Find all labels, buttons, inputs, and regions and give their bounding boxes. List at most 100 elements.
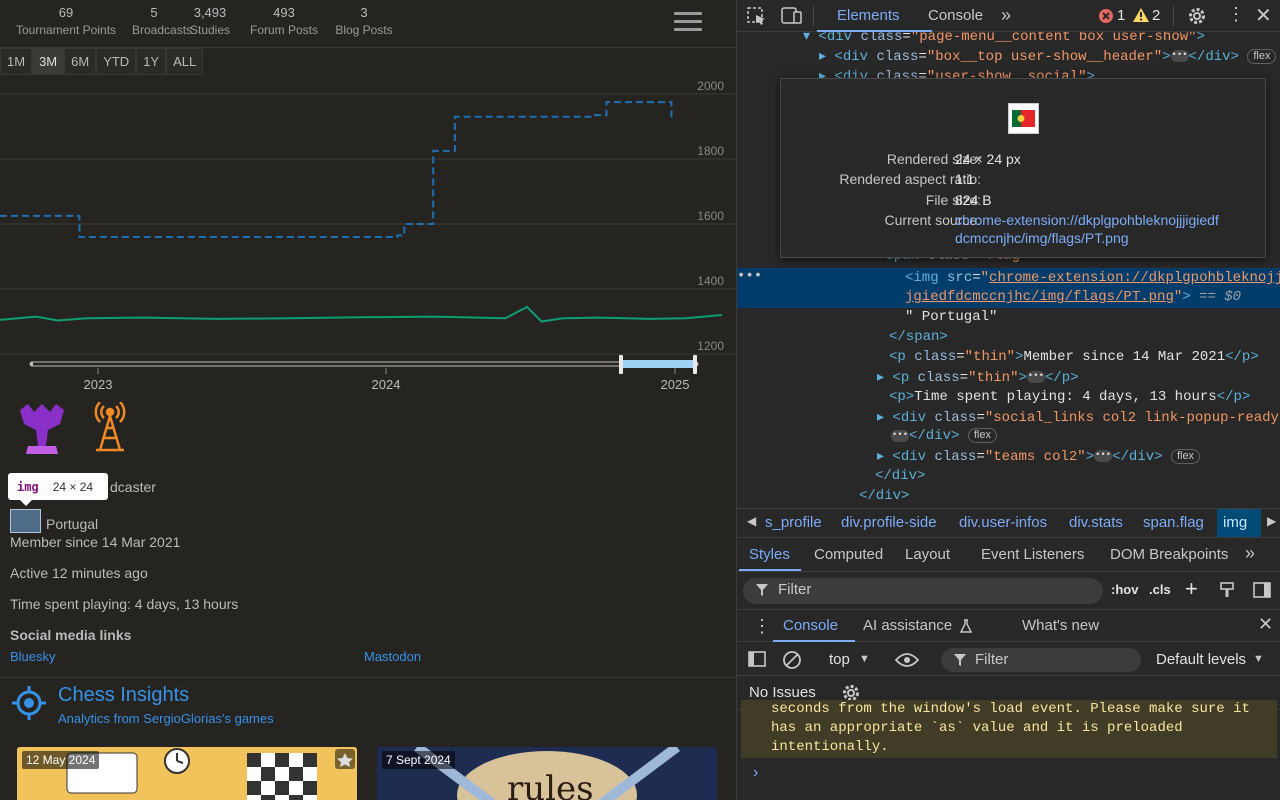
tree-line[interactable]: ▸ <div class="social_links col2 link-pop…	[877, 409, 1280, 426]
insights-subtitle[interactable]: Analytics from SergioGlorias's games	[58, 711, 274, 726]
close-icon[interactable]: ✕	[1255, 3, 1272, 28]
rating-history-chart: 2000 1800 1600 1400 1200 2023 2024 2025	[0, 79, 736, 392]
more-tabs-icon[interactable]: »	[1245, 543, 1255, 564]
tree-line[interactable]: ▸ <p class="thin">•••</p>	[877, 369, 1079, 386]
breadcrumb: ◀ s_profile div.profile-side div.user-in…	[737, 508, 1280, 538]
range-1y-button[interactable]: 1Y	[136, 48, 167, 75]
gear-icon[interactable]	[1187, 6, 1207, 26]
tree-line[interactable]: <img src="chrome-extension://dkplgpohble…	[905, 270, 1280, 286]
current-source-line2[interactable]: dcmccnjhc/img/flags/PT.png	[955, 230, 1129, 246]
range-1m-button[interactable]: 1M	[0, 48, 33, 75]
context-selector[interactable]: top	[829, 651, 850, 668]
tree-line[interactable]: ▾ <div class="page-menu__content box use…	[803, 32, 1205, 45]
cls-toggle[interactable]: .cls	[1149, 582, 1171, 597]
row-menu-icon[interactable]: •••	[737, 268, 762, 284]
drawer-tab-ai-assistance[interactable]: AI assistance	[863, 617, 952, 634]
tree-line[interactable]: jgiedfdcmccnjhc/img/flags/PT.png"> == $0	[905, 289, 1241, 305]
tab-computed[interactable]: Computed	[814, 546, 883, 563]
close-drawer-icon[interactable]: ✕	[1258, 614, 1273, 635]
console-prompt-icon[interactable]: ›	[753, 764, 758, 782]
range-navigator-handle[interactable]	[693, 355, 697, 374]
breadcrumb-item[interactable]: div.user-infos	[959, 514, 1047, 531]
breadcrumb-item-selected[interactable]: img	[1223, 514, 1247, 531]
warning-count[interactable]: 2	[1152, 7, 1160, 24]
img-src-part-1[interactable]: chrome-extension://dkplgpohbleknojjj	[989, 270, 1280, 286]
no-issues-text[interactable]: No Issues	[749, 684, 816, 701]
error-icon	[1099, 9, 1113, 23]
tree-line[interactable]: </span>	[889, 329, 948, 345]
stat-forum-posts[interactable]: 493 Forum Posts	[244, 0, 324, 48]
breadcrumb-scroll-left-icon[interactable]: ◀	[747, 514, 756, 528]
device-toolbar-icon[interactable]	[781, 7, 803, 25]
tree-line[interactable]: " Portugal"	[905, 309, 997, 325]
drawer-tab-whats-new[interactable]: What's new	[1022, 617, 1099, 634]
sidebar-toggle-icon[interactable]	[748, 651, 766, 667]
range-navigator-selection[interactable]	[621, 360, 696, 368]
portugal-flag-icon	[1012, 110, 1035, 127]
tab-layout[interactable]: Layout	[905, 546, 950, 563]
log-levels-selector[interactable]: Default levels	[1156, 651, 1246, 668]
stat-number: 69	[58, 5, 74, 20]
clear-console-icon[interactable]	[782, 650, 802, 670]
hamburger-menu-icon[interactable]	[674, 12, 702, 36]
error-count[interactable]: 1	[1117, 7, 1125, 24]
x-tick-label: 2024	[372, 377, 401, 392]
insights-title[interactable]: Chess Insights	[58, 684, 189, 707]
tab-event-listeners[interactable]: Event Listeners	[981, 546, 1084, 563]
file-size-value: 824 B	[955, 192, 992, 208]
img-src-part-2[interactable]: jgiedfdcmccnjhc/img/flags/PT.png	[905, 289, 1174, 305]
tab-console[interactable]: Console	[928, 7, 983, 24]
tab-dom-breakpoints[interactable]: DOM Breakpoints	[1110, 546, 1228, 563]
stat-tournament-points[interactable]: 69 Tournament Points	[0, 0, 132, 48]
eye-icon[interactable]	[895, 652, 919, 668]
mastodon-link[interactable]: Mastodon	[364, 649, 421, 664]
breadcrumb-scroll-right-icon[interactable]: ▶	[1267, 514, 1276, 528]
range-6m-button[interactable]: 6M	[64, 48, 97, 75]
toggle-sidebar-icon[interactable]	[1253, 582, 1271, 598]
bluesky-link[interactable]: Bluesky	[10, 649, 56, 664]
range-navigator-handle[interactable]	[619, 355, 623, 374]
y-tick-label: 1400	[697, 274, 724, 288]
breadcrumb-item[interactable]: div.profile-side	[841, 514, 937, 531]
console-filter-input[interactable]	[941, 648, 1141, 672]
drawer-tab-console[interactable]: Console	[783, 617, 838, 634]
paint-brush-icon[interactable]	[1219, 582, 1235, 598]
hov-toggle[interactable]: :hov	[1111, 582, 1138, 597]
tree-line[interactable]: •••</div> flex	[891, 428, 997, 444]
tab-styles[interactable]: Styles	[749, 546, 790, 563]
range-3m-button[interactable]: 3M	[32, 48, 65, 75]
inspect-element-icon[interactable]	[747, 7, 767, 25]
breadcrumb-item[interactable]: span.flag	[1143, 514, 1204, 531]
tree-line[interactable]: </div>	[859, 488, 909, 504]
profile-stats: 69 Tournament Points 5 Broadcasts 3,493 Stu…	[0, 0, 404, 48]
stat-blog-posts[interactable]: 3 Blog Posts	[324, 0, 404, 48]
current-source-line1[interactable]: chrome-extension://dkplgpohbleknojjjigie…	[955, 212, 1219, 228]
tree-line[interactable]: </div>	[875, 468, 925, 484]
warning-line: intentionally.	[771, 739, 889, 755]
tab-elements[interactable]: Elements	[837, 7, 900, 24]
tree-line[interactable]: ▸ <div class="box__top user-show__header…	[819, 48, 1277, 65]
divider	[813, 6, 814, 26]
tree-line[interactable]: <p>Time spent playing: 4 days, 13 hours<…	[889, 389, 1250, 405]
tree-line[interactable]: ▸ <div class="teams col2">•••</div> flex	[877, 448, 1201, 465]
breadcrumb-item[interactable]: div.stats	[1069, 514, 1123, 531]
blog-card-2[interactable]: 7 Sept 2024 rules	[377, 747, 717, 800]
console-warning-message: seconds from the window's load event. Pl…	[741, 700, 1277, 758]
last-active: Active 12 minutes ago	[10, 565, 148, 581]
drawer-menu-icon[interactable]: ⋮	[753, 616, 771, 637]
breadcrumb-item[interactable]: s_profile	[765, 514, 822, 531]
range-ytd-button[interactable]: YTD	[96, 48, 137, 75]
aspect-ratio-value: 1∶1	[955, 171, 975, 187]
range-all-button[interactable]: ALL	[166, 48, 204, 75]
tree-line[interactable]: <p class="thin">Member since 14 Mar 2021…	[889, 349, 1259, 365]
kebab-menu-icon[interactable]: ⋮	[1227, 4, 1245, 25]
styles-tabbar: Styles Computed Layout Event Listeners D…	[737, 538, 1280, 572]
blog-card-1[interactable]: 12 May 2024	[17, 747, 357, 800]
stat-broadcasts[interactable]: 5 Broadcasts	[132, 0, 193, 48]
new-style-rule-icon[interactable]: +	[1185, 576, 1198, 602]
stat-studies[interactable]: 3,493 Studies	[176, 0, 244, 48]
flag-preview	[1008, 103, 1039, 134]
profile-badges	[20, 401, 140, 463]
more-tabs-icon[interactable]: »	[1001, 5, 1011, 26]
stat-label: Broadcasts	[132, 23, 193, 37]
